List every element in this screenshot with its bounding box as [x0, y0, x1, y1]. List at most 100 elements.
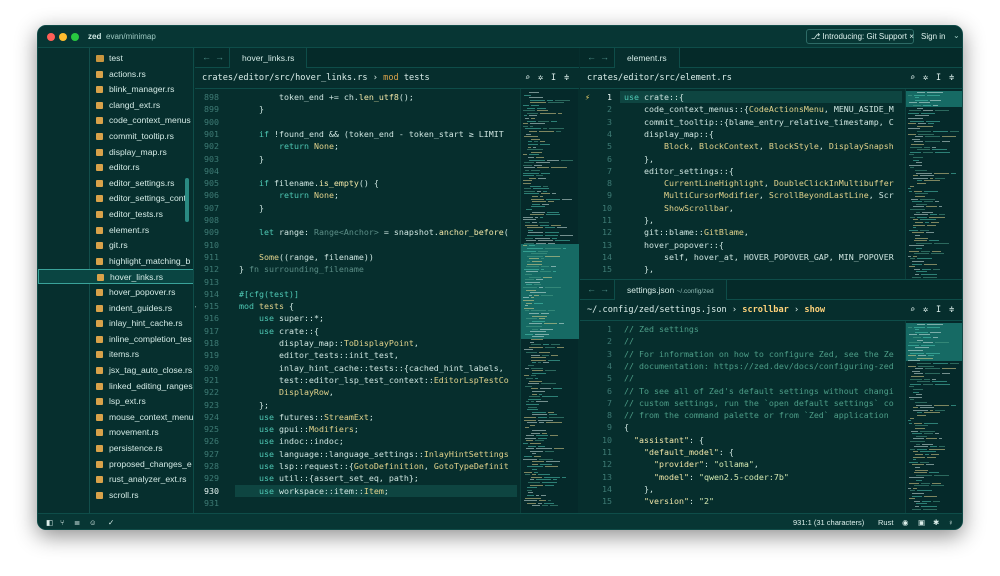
cursor-position[interactable]: 931:1 (31 characters) — [793, 518, 864, 527]
debug-icon[interactable]: ✱ — [933, 518, 939, 527]
breadcrumb-key[interactable]: show — [804, 305, 825, 315]
back-arrow-icon[interactable]: ← — [202, 52, 211, 62]
git-panel-icon[interactable]: ⑂ — [60, 518, 65, 527]
settings-icon[interactable]: ≑ — [949, 300, 954, 321]
forward-arrow-icon[interactable]: → — [215, 52, 224, 62]
code-line[interactable]: // To see all of Zed's default settings … — [624, 385, 894, 397]
code-line[interactable]: Block, BlockContext, BlockStyle, Display… — [624, 140, 894, 152]
code-line[interactable]: } — [239, 103, 264, 115]
code-line[interactable]: git::blame::GitBlame, — [624, 226, 749, 238]
code-line[interactable]: "assistant": { — [624, 434, 704, 446]
tab-settings-json[interactable]: settings.json ~/.config/zed — [614, 280, 727, 300]
tab-hover-links[interactable]: hover_links.rs — [229, 48, 308, 68]
code-line[interactable]: commit_tooltip::{blame_entry_relative_ti… — [624, 116, 894, 128]
code-line[interactable]: // — [624, 372, 634, 384]
notification-icon[interactable]: ♀ — [948, 518, 954, 527]
code-line[interactable]: let range: Range<Anchor> = snapshot.anch… — [239, 226, 509, 238]
minimap[interactable] — [905, 89, 962, 296]
file-item[interactable]: test — [38, 51, 193, 66]
file-item[interactable]: actions.rs — [38, 67, 193, 82]
code-line[interactable]: hover_popover::{ — [624, 239, 724, 251]
code-line[interactable]: token_end += ch.len_utf8(); — [239, 91, 414, 103]
code-line[interactable]: editor_settings::{ — [624, 165, 734, 177]
minimize-window-button[interactable] — [59, 33, 67, 41]
code-line[interactable]: use lsp::request::{GotoDefinition, GotoT… — [239, 460, 509, 472]
project-panel-icon[interactable]: ◧ — [46, 518, 53, 527]
code-line[interactable]: display_map::ToDisplayPoint, — [239, 337, 419, 349]
check-icon[interactable]: ✓ — [108, 518, 114, 527]
file-item[interactable]: scroll.rs — [38, 488, 193, 503]
code-line[interactable]: }, — [624, 214, 654, 226]
file-item[interactable]: items.rs — [38, 347, 193, 362]
cursor-icon[interactable]: I — [551, 68, 556, 89]
assistant-icon[interactable]: ✲ — [538, 68, 543, 89]
code-line[interactable]: CurrentLineHighlight, DoubleClickInMulti… — [624, 177, 894, 189]
breadcrumb-path[interactable]: crates/editor/src/element.rs — [587, 68, 732, 89]
branch-name[interactable]: evan/minimap — [106, 32, 156, 41]
file-item[interactable]: editor_settings_contr — [38, 191, 193, 206]
file-item[interactable]: element.rs — [38, 223, 193, 238]
file-item[interactable]: hover_popover.rs — [38, 285, 193, 300]
code-line[interactable]: } fn surrounding_filename — [239, 263, 364, 275]
file-item[interactable]: highlight_matching_b — [38, 254, 193, 269]
code-line[interactable]: ShowScrollbar, — [624, 202, 734, 214]
file-item[interactable]: lsp_ext.rs — [38, 394, 193, 409]
zoom-window-button[interactable] — [71, 33, 79, 41]
code-line[interactable]: // from the command palette or from `Zed… — [624, 409, 889, 421]
breadcrumb-path[interactable]: ~/.config/zed/settings.json — [587, 305, 727, 315]
intro-banner[interactable]: ⎇ Introducing: Git Support × — [806, 29, 914, 44]
code-line[interactable]: { — [624, 421, 629, 433]
forward-arrow-icon[interactable]: → — [600, 52, 609, 62]
project-name[interactable]: zed — [88, 32, 101, 41]
minimap[interactable] — [520, 89, 579, 513]
terminal-icon[interactable]: ▣ — [918, 518, 925, 527]
code-line[interactable]: use crate::{ — [624, 91, 684, 103]
code-line[interactable]: mod tests { — [239, 300, 294, 312]
assistant-icon[interactable]: ✲ — [923, 68, 928, 89]
file-item[interactable]: commit_tooltip.rs — [38, 129, 193, 144]
code-line[interactable]: use util::{assert_set_eq, path}; — [239, 472, 419, 484]
breadcrumb-symbol[interactable]: tests — [404, 73, 430, 83]
file-item[interactable]: code_context_menus — [38, 113, 193, 128]
code-line[interactable]: "version": "2" — [624, 495, 714, 507]
language-selector[interactable]: Rust — [878, 518, 893, 527]
chevron-down-icon[interactable]: ⌄ — [953, 31, 960, 40]
code-line[interactable]: test::editor_lsp_test_context::EditorLsp… — [239, 374, 509, 386]
minimap[interactable] — [905, 321, 962, 513]
code-line[interactable]: MultiCursorModifier, ScrollBeyondLastLin… — [624, 189, 894, 201]
file-item[interactable]: editor.rs — [38, 160, 193, 175]
close-icon[interactable]: × — [909, 32, 914, 41]
close-window-button[interactable] — [47, 33, 55, 41]
breadcrumb-path[interactable]: crates/editor/src/hover_links.rs — [202, 73, 368, 83]
file-item[interactable]: clangd_ext.rs — [38, 98, 193, 113]
assistant-icon[interactable]: ✲ — [923, 300, 928, 321]
breadcrumb-key[interactable]: scrollbar — [742, 305, 789, 315]
code-line[interactable]: #[cfg(test)] — [239, 288, 299, 300]
cursor-icon[interactable]: I — [936, 300, 941, 321]
cursor-icon[interactable]: I — [936, 68, 941, 89]
gutter-marker[interactable]: ⚡ — [580, 91, 590, 103]
code-line[interactable]: use super::*; — [239, 312, 324, 324]
code-line[interactable]: } — [239, 153, 264, 165]
file-item[interactable]: blink_manager.rs — [38, 82, 193, 97]
code-line[interactable]: }, — [624, 263, 654, 275]
file-item[interactable]: persistence.rs — [38, 441, 193, 456]
back-arrow-icon[interactable]: ← — [587, 284, 596, 294]
search-icon[interactable]: ⌕ — [910, 68, 915, 89]
code-line[interactable]: }, — [624, 153, 654, 165]
gutter-marker[interactable]: ▸ — [195, 300, 197, 312]
assistant-icon[interactable]: ◉ — [902, 518, 909, 527]
code-line[interactable]: } — [239, 202, 264, 214]
sign-in-button[interactable]: Sign in — [921, 32, 945, 41]
file-item[interactable]: git.rs — [38, 238, 193, 253]
code-line[interactable]: inlay_hint_cache::tests::{cached_hint_la… — [239, 362, 504, 374]
code-line[interactable]: DisplayRow, — [239, 386, 334, 398]
file-item[interactable]: editor_settings.rs — [38, 176, 193, 191]
file-item[interactable]: inlay_hint_cache.rs — [38, 316, 193, 331]
file-item[interactable]: editor_tests.rs — [38, 207, 193, 222]
collab-icon[interactable]: ☺ — [89, 518, 97, 527]
code-line[interactable]: self, hover_at, HOVER_POPOVER_GAP, MIN_P… — [624, 251, 894, 263]
settings-icon[interactable]: ≑ — [949, 68, 954, 89]
file-item[interactable]: rust_analyzer_ext.rs — [38, 472, 193, 487]
code-line[interactable]: "model": "qwen2.5-coder:7b" — [624, 471, 789, 483]
